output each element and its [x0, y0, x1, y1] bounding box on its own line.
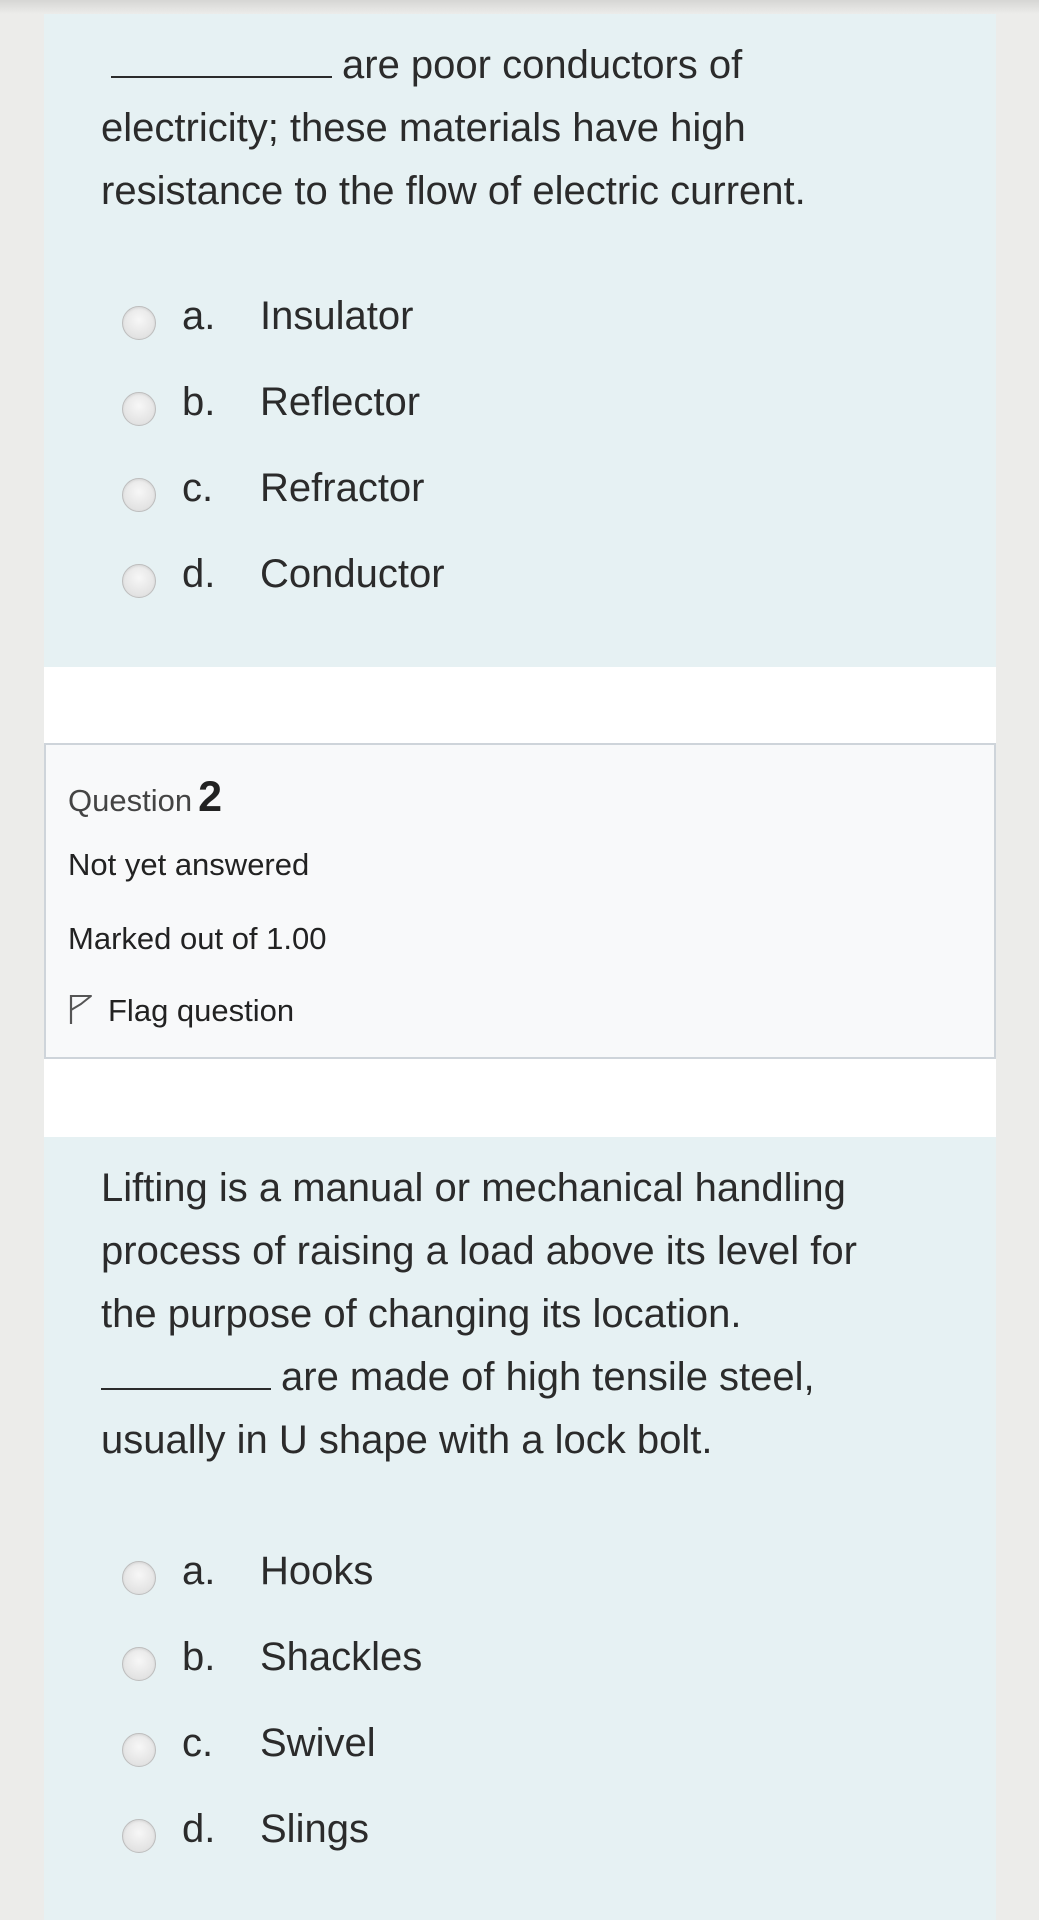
answer-option-c[interactable]: c. Refractor: [122, 464, 722, 550]
top-shadow: [0, 0, 1039, 14]
option-letter: a.: [182, 1549, 216, 1593]
option-letter: d.: [182, 1807, 216, 1851]
answer-blank: [101, 1358, 271, 1390]
option-label[interactable]: Swivel: [260, 1721, 376, 1765]
radio-button[interactable]: [122, 1819, 156, 1853]
option-label[interactable]: Refractor: [260, 466, 425, 510]
flag-question-label[interactable]: Flag question: [108, 993, 294, 1028]
radio-button[interactable]: [122, 1733, 156, 1767]
option-letter: c.: [182, 466, 214, 510]
option-label[interactable]: Hooks: [260, 1549, 373, 1593]
option-letter: b.: [182, 1635, 216, 1679]
answer-option-d[interactable]: d. Conductor: [122, 550, 722, 636]
question-grade: Marked out of 1.00: [68, 921, 327, 956]
option-letter: a.: [182, 294, 216, 338]
option-label[interactable]: Slings: [260, 1807, 369, 1851]
answer-blank: [111, 46, 332, 78]
question-state: Not yet answered: [68, 847, 310, 882]
question-2-answers: a. Hooks b. Shackles c. Swivel d. Slings: [122, 1547, 722, 1891]
radio-button[interactable]: [122, 1647, 156, 1681]
question-2-info-box: Question 2 Not yet answered Marked out of…: [44, 743, 996, 1059]
answer-option-b[interactable]: b. Shackles: [122, 1633, 722, 1719]
option-letter: b.: [182, 380, 216, 424]
question-number: Question 2: [68, 773, 222, 822]
option-label[interactable]: Conductor: [260, 552, 445, 596]
radio-button[interactable]: [122, 306, 156, 340]
question-1-text: are poor conductors of electricity; thes…: [101, 34, 921, 223]
radio-button[interactable]: [122, 564, 156, 598]
flag-question-button[interactable]: Flag question: [68, 993, 294, 1033]
option-label[interactable]: Insulator: [260, 294, 413, 338]
answer-option-b[interactable]: b. Reflector: [122, 378, 722, 464]
radio-button[interactable]: [122, 1561, 156, 1595]
option-letter: c.: [182, 1721, 214, 1765]
answer-option-a[interactable]: a. Insulator: [122, 292, 722, 378]
answer-option-c[interactable]: c. Swivel: [122, 1719, 722, 1805]
radio-button[interactable]: [122, 392, 156, 426]
option-label[interactable]: Reflector: [260, 380, 420, 424]
radio-button[interactable]: [122, 478, 156, 512]
flag-outline-icon[interactable]: [68, 993, 94, 1033]
question-2-text: Lifting is a manual or mechanical handli…: [101, 1157, 921, 1472]
option-letter: d.: [182, 552, 216, 596]
question-2-text-before-blank: Lifting is a manual or mechanical handli…: [101, 1166, 857, 1336]
answer-option-d[interactable]: d. Slings: [122, 1805, 722, 1891]
question-number-value: 2: [198, 773, 222, 821]
question-2-formulation: Lifting is a manual or mechanical handli…: [44, 1137, 996, 1920]
answer-option-a[interactable]: a. Hooks: [122, 1547, 722, 1633]
question-label: Question: [68, 783, 193, 818]
question-1-answers: a. Insulator b. Reflector c. Refractor d…: [122, 292, 722, 636]
quiz-content: are poor conductors of electricity; thes…: [44, 14, 996, 1920]
option-label[interactable]: Shackles: [260, 1635, 422, 1679]
question-1-formulation: are poor conductors of electricity; thes…: [44, 14, 996, 667]
